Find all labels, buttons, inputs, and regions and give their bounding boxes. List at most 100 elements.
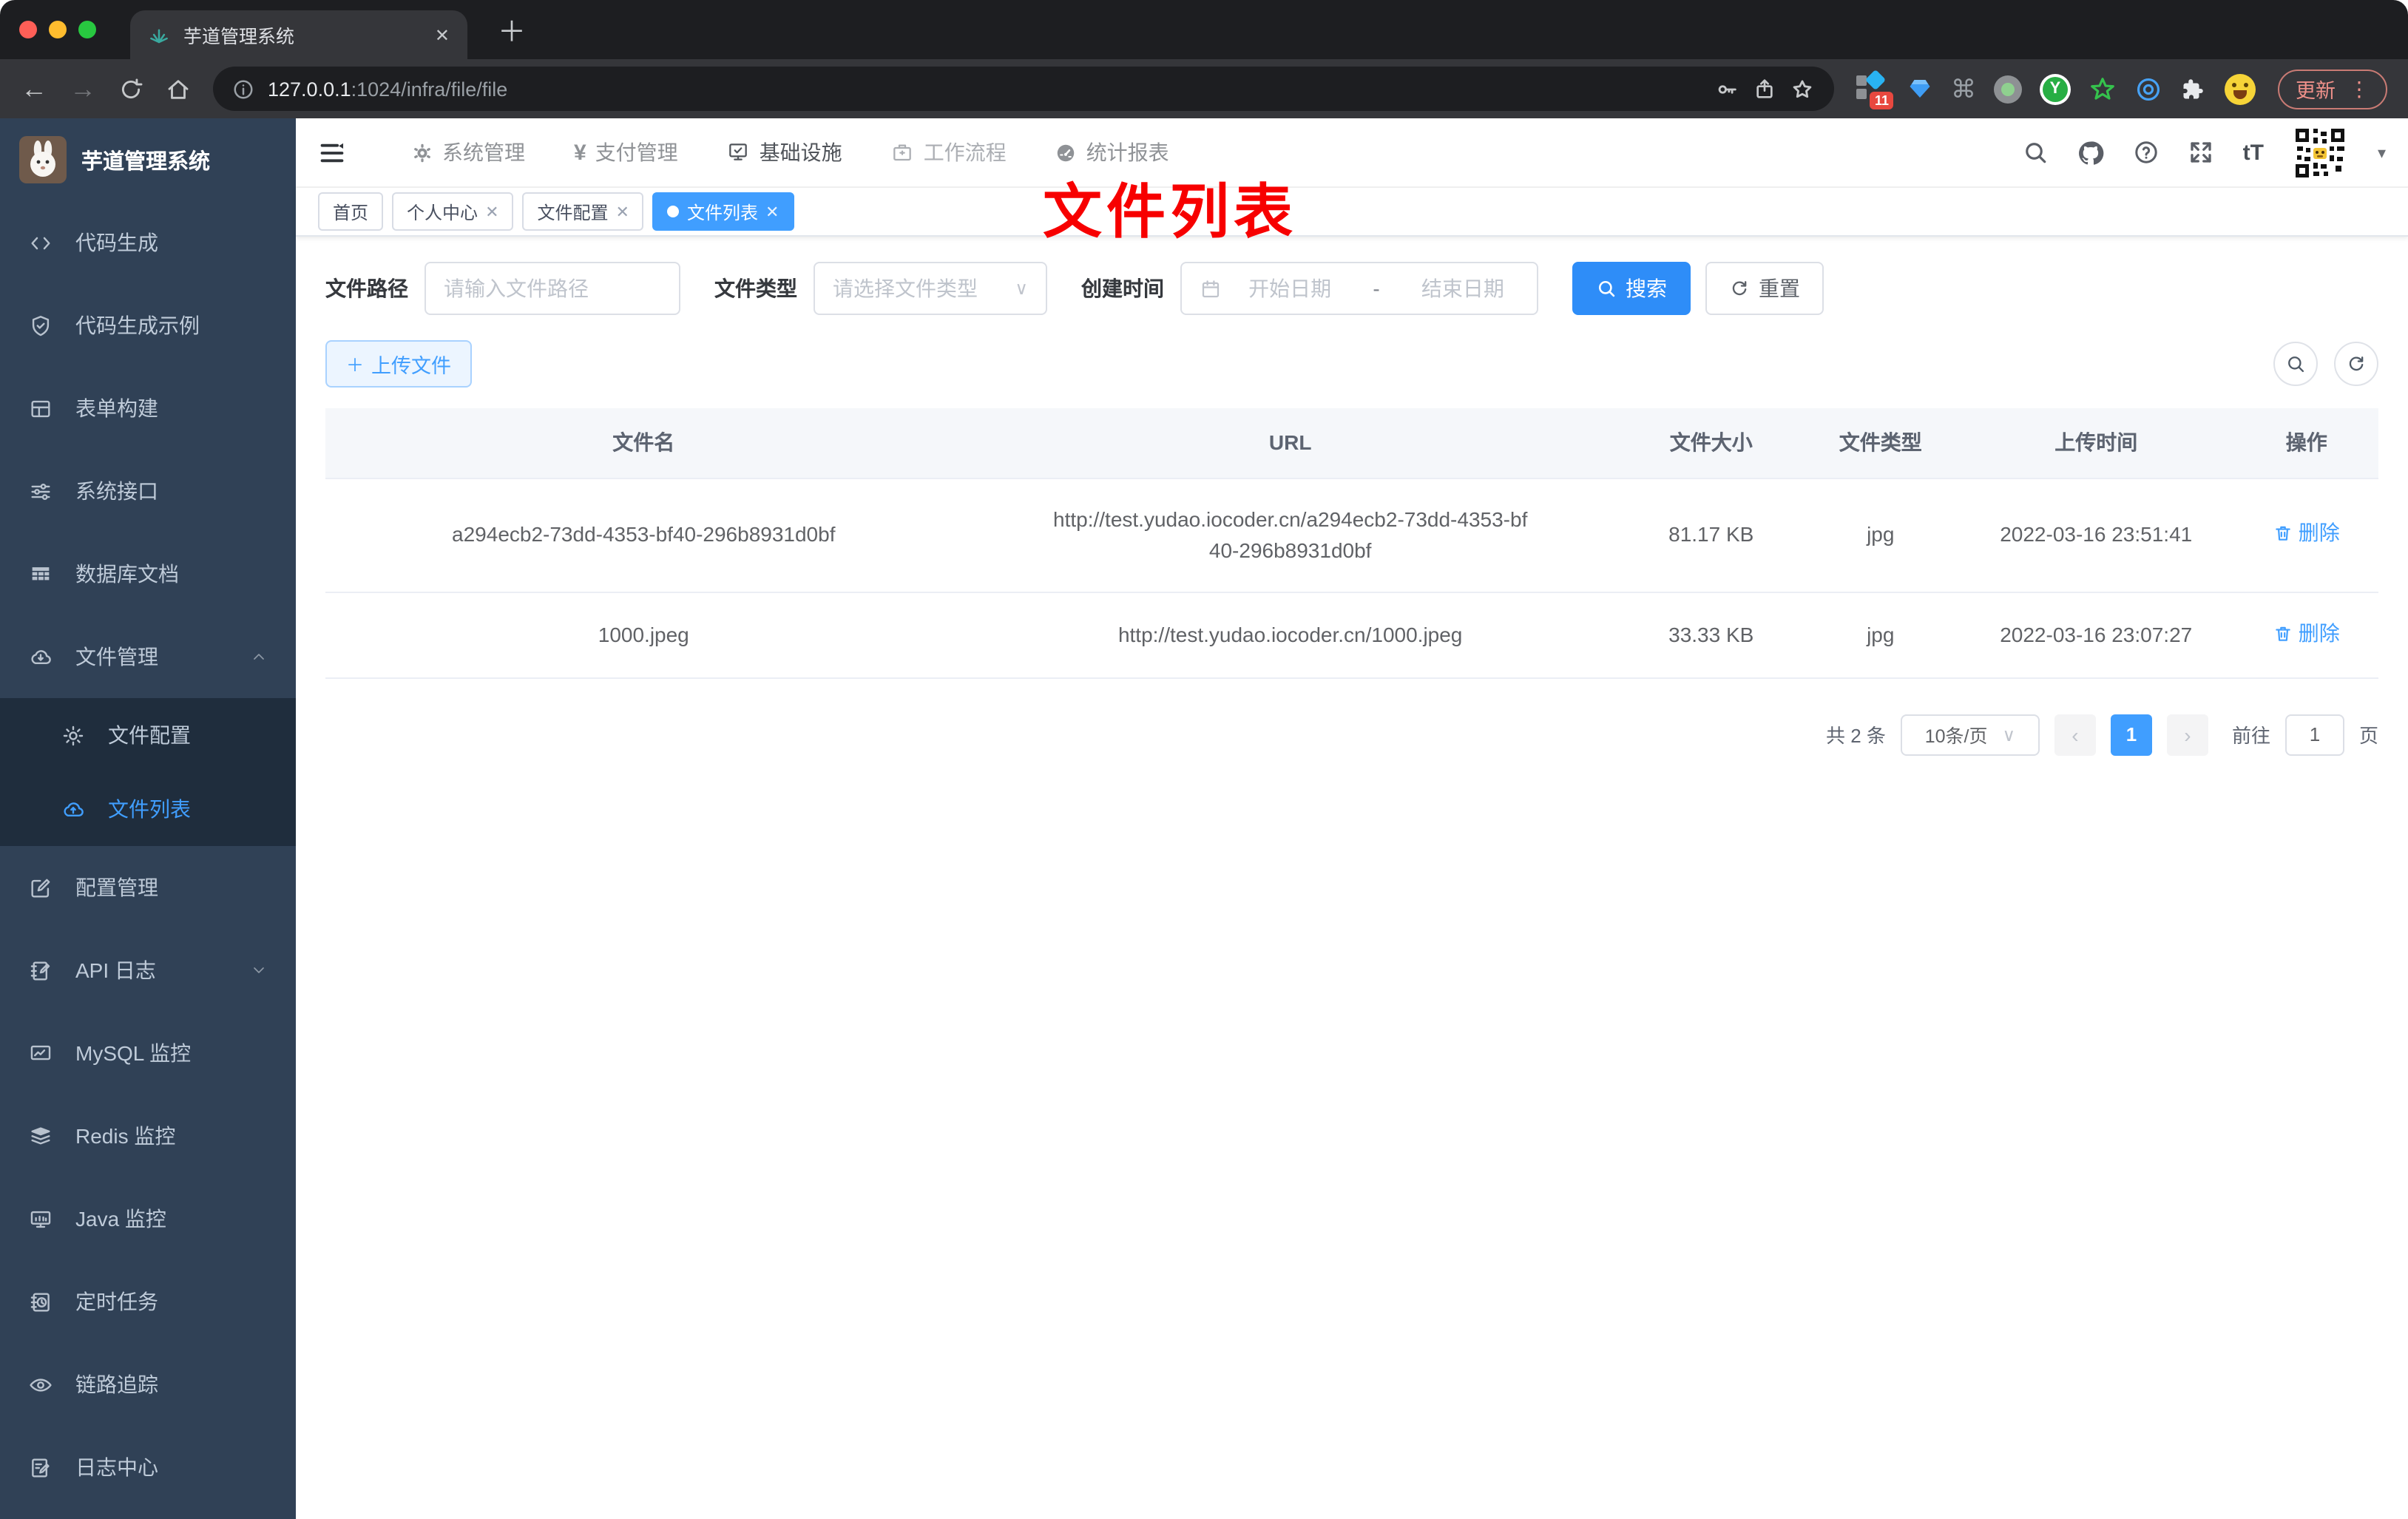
delete-button[interactable]: 删除 — [2273, 518, 2340, 549]
fullscreen-icon[interactable] — [2188, 139, 2215, 166]
cloud-download-icon — [31, 649, 51, 663]
browser-menu-icon[interactable]: ⋮ — [2349, 76, 2370, 101]
delete-button[interactable]: 删除 — [2273, 618, 2340, 649]
topnav-system[interactable]: 系统管理 — [411, 138, 525, 167]
upload-file-button[interactable]: ＋ 上传文件 — [325, 340, 473, 388]
tag-home[interactable]: 首页 — [318, 192, 384, 231]
command-extension-icon[interactable]: ⌘ — [1951, 76, 1976, 101]
goto-page-input[interactable] — [2284, 714, 2344, 755]
topnav-report[interactable]: 统计报表 — [1055, 138, 1169, 167]
sidebar-item-file-config[interactable]: 文件配置 — [0, 698, 296, 772]
show-search-toggle-button[interactable] — [2273, 342, 2318, 386]
extension-icons: 11 ⌘ Y — [1856, 69, 2256, 109]
forward-button[interactable]: → — [70, 75, 96, 102]
schedule-icon — [30, 1292, 50, 1311]
y-extension-icon[interactable]: Y — [2040, 73, 2071, 104]
sidebar-item-label: 链路追踪 — [75, 1373, 158, 1396]
share-icon[interactable] — [1753, 77, 1776, 101]
zoom-window-button[interactable] — [78, 21, 96, 38]
minimize-window-button[interactable] — [49, 21, 67, 38]
topnav-workflow[interactable]: 工作流程 — [891, 138, 1007, 167]
trash-icon — [2276, 526, 2290, 541]
sidebar-item-config-management[interactable]: 配置管理 — [0, 846, 296, 929]
file-type-select[interactable]: 请选择文件类型 ∨ — [814, 262, 1047, 315]
header-search-icon[interactable] — [2023, 139, 2049, 166]
page-size-select[interactable]: 10条/页 ∨ — [1900, 714, 2040, 755]
tag-profile[interactable]: 个人中心 ✕ — [392, 192, 514, 231]
sidebar-item-code-gen[interactable]: 代码生成 — [0, 201, 296, 284]
sidebar-logo: 芋道管理系统 — [0, 118, 296, 201]
tag-file-config[interactable]: 文件配置 ✕ — [522, 192, 644, 231]
page-content: 文件路径 请输入文件路径 文件类型 请选择文件类型 ∨ 创建时间 开始日期 - … — [296, 237, 2408, 1519]
sidebar-item-log-center[interactable]: 日志中心 — [0, 1426, 296, 1509]
refresh-table-button[interactable] — [2334, 342, 2378, 386]
url-text: 127.0.0.1:1024/infra/file/file — [268, 78, 507, 100]
close-window-button[interactable] — [19, 21, 37, 38]
sidebar-item-api-log[interactable]: API 日志 — [0, 929, 296, 1012]
profile-emoji-icon[interactable] — [2225, 73, 2256, 104]
extensions-puzzle-icon[interactable] — [2180, 75, 2207, 102]
layers-icon — [31, 1126, 50, 1144]
sidebar-item-file-management[interactable]: 文件管理 — [0, 615, 296, 698]
address-bar[interactable]: 127.0.0.1:1024/infra/file/file — [213, 67, 1834, 111]
file-path-input[interactable]: 请输入文件路径 — [425, 262, 680, 315]
sidebar-collapse-icon[interactable] — [318, 138, 346, 166]
cell-file-type: jpg — [1803, 592, 1958, 678]
sidebar-item-code-demo[interactable]: 代码生成示例 — [0, 284, 296, 367]
prev-page-button[interactable]: ‹ — [2054, 714, 2096, 755]
topnav-infrastructure[interactable]: 基础设施 — [727, 138, 842, 167]
tag-file-list[interactable]: 文件列表 ✕ — [652, 192, 794, 231]
sidebar-menu: 代码生成 代码生成示例 表单构建 系统接口 数据库文档 文件管理 文件配置 文件… — [0, 201, 296, 1509]
refresh-icon — [1732, 281, 1747, 296]
total-count: 共 2 条 — [1826, 725, 1886, 747]
font-size-icon[interactable]: tT — [2243, 140, 2264, 165]
sidebar-item-label: 系统接口 — [75, 479, 158, 503]
sidebar-item-db-doc[interactable]: 数据库文档 — [0, 532, 296, 615]
cell-file-size: 81.17 KB — [1618, 478, 1804, 592]
tag-close-icon[interactable]: ✕ — [485, 202, 498, 221]
chevron-down-icon — [254, 967, 264, 973]
gem-extension-icon[interactable] — [1907, 75, 1933, 102]
reset-button[interactable]: 重置 — [1705, 262, 1824, 315]
help-icon[interactable] — [2134, 139, 2160, 166]
password-key-icon[interactable] — [1714, 76, 1739, 101]
sidebar-item-redis-monitor[interactable]: Redis 监控 — [0, 1095, 296, 1177]
sidebar-item-form-builder[interactable]: 表单构建 — [0, 367, 296, 450]
table-header-row: 文件名 URL 文件大小 文件类型 上传时间 操作 — [325, 408, 2378, 478]
github-icon[interactable] — [2077, 138, 2106, 166]
sidebar-item-java-monitor[interactable]: Java 监控 — [0, 1177, 296, 1260]
eye-extension-icon[interactable] — [2134, 75, 2162, 103]
topnav-payment[interactable]: ¥ 支付管理 — [574, 138, 678, 167]
extension-badge-icon[interactable]: 11 — [1856, 69, 1893, 109]
home-button[interactable] — [166, 76, 191, 101]
file-path-label: 文件路径 — [325, 277, 408, 300]
sidebar-item-system-api[interactable]: 系统接口 — [0, 450, 296, 532]
avatar-caret-icon[interactable]: ▾ — [2378, 143, 2386, 162]
chrome-update-button[interactable]: 更新 ⋮ — [2278, 69, 2387, 109]
next-page-button[interactable]: › — [2166, 714, 2208, 755]
pagination: 共 2 条 10条/页 ∨ ‹ 1 › 前往 页 — [325, 714, 2378, 755]
tag-close-icon[interactable]: ✕ — [616, 202, 629, 221]
table-toolbar: ＋ 上传文件 — [325, 340, 2378, 388]
site-info-icon[interactable] — [232, 78, 254, 100]
sidebar-item-cron-job[interactable]: 定时任务 — [0, 1260, 296, 1343]
bookmark-star-icon[interactable] — [1790, 76, 1815, 101]
search-button[interactable]: 搜索 — [1572, 262, 1691, 315]
gray-dot-extension-icon[interactable] — [1994, 75, 2022, 103]
sidebar-item-tracing[interactable]: 链路追踪 — [0, 1343, 296, 1426]
new-tab-button[interactable]: ＋ — [491, 13, 532, 55]
sidebar-item-mysql-monitor[interactable]: MySQL 监控 — [0, 1012, 296, 1095]
reload-button[interactable] — [118, 76, 143, 101]
browser-tab[interactable]: 芋道管理系统 ✕ — [130, 10, 467, 59]
green-star-extension-icon[interactable] — [2089, 75, 2117, 103]
extension-badge-count: 11 — [1870, 92, 1893, 109]
page-number-1[interactable]: 1 — [2110, 714, 2152, 755]
sidebar-item-file-list[interactable]: 文件列表 — [0, 772, 296, 846]
tab-close-icon[interactable]: ✕ — [435, 24, 450, 45]
user-avatar-qr[interactable] — [2291, 124, 2350, 181]
date-range-picker[interactable]: 开始日期 - 结束日期 — [1180, 262, 1538, 315]
tag-close-icon[interactable]: ✕ — [765, 202, 779, 221]
delete-label: 删除 — [2298, 521, 2340, 544]
update-label: 更新 — [2296, 80, 2336, 102]
back-button[interactable]: ← — [21, 75, 47, 102]
